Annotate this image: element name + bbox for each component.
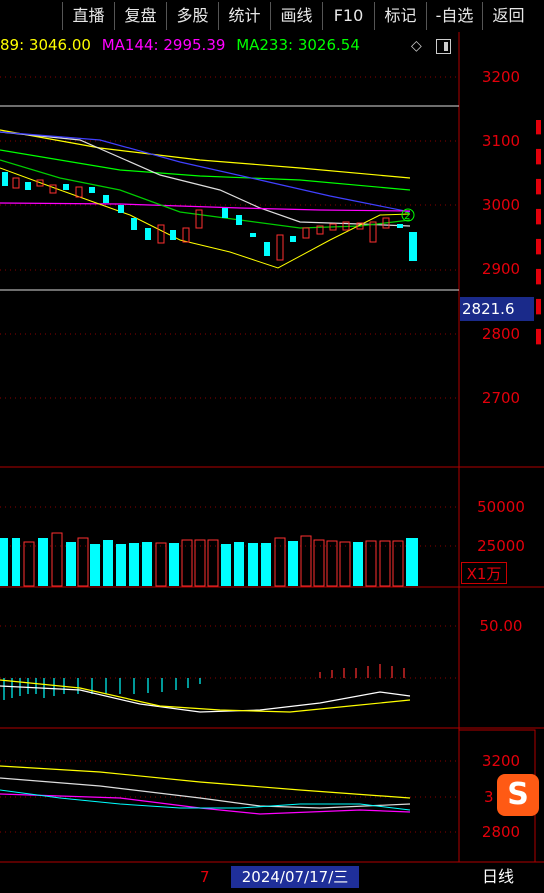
price-tick: 2800 [481,325,521,343]
sogou-logo-icon: S [497,774,539,816]
dif-line [0,685,411,713]
dea-line [0,679,411,713]
current-price-box: 2821.6 [460,297,534,321]
volume-bars [0,532,418,587]
price-tick: 3100 [481,132,521,150]
volume-tick: 50000 [477,498,525,516]
sub-tick: 3200 [481,752,521,770]
ma-dkgreen-line [0,159,411,229]
macd-tick: 50.00 [479,617,523,635]
zigzag-line [0,167,411,269]
macd-bars-up [319,664,405,678]
ma-green-line [0,149,411,191]
period-selector[interactable]: 日线 [462,866,534,888]
marker-number: 2 [404,211,410,222]
sub-tick: 2800 [481,823,521,841]
date-fragment: 7 [200,868,210,886]
right-edge-strip: ▌ ▌ ▌ ▌ ▌ ▌ ▌ ▌ [536,120,544,345]
ma-magenta-line [0,202,411,212]
price-tick: 3000 [481,196,521,214]
volume-tick: 25000 [477,537,525,555]
price-tick: 2700 [481,389,521,407]
sub-yellow-line [0,765,411,799]
price-gridlines [0,76,459,399]
crosshair-date: 2024/07/17/三 [231,866,359,888]
ma-white-line [0,131,411,227]
volume-unit-button[interactable]: X1万 [461,562,507,584]
price-tick: 3200 [481,68,521,86]
price-tick: 2900 [481,260,521,278]
macd-bars-down [3,678,201,700]
